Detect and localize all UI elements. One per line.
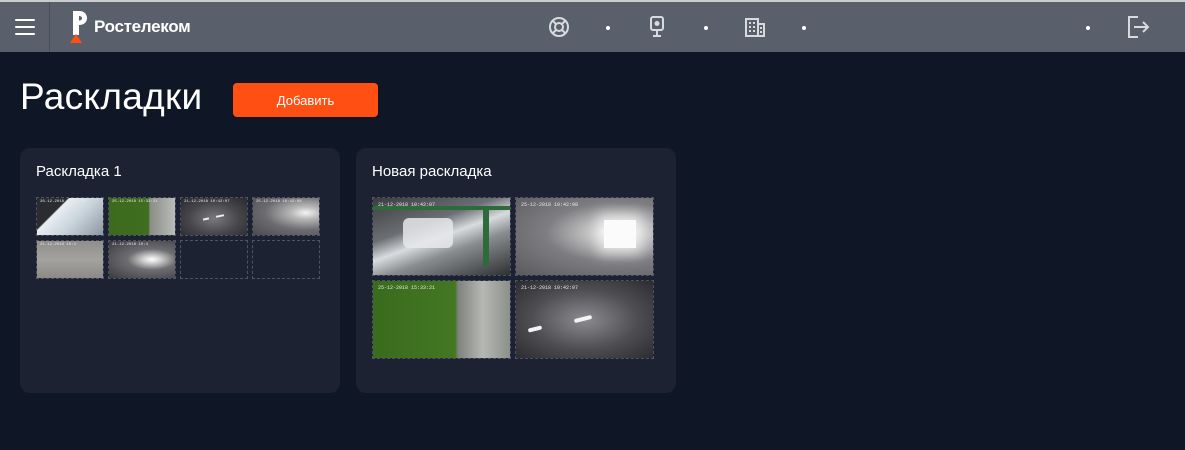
layout-card[interactable]: Раскладка 1 26-12-2018 10:42:08 25-12-20… [20,148,340,393]
camera-timestamp: 21-12-2018 10:42:07 [521,285,579,291]
camera-thumbnail: 26-12-2018 10:42:08 [36,197,104,236]
camera-thumbnail: 21-12-2018 10:42:07 [372,197,511,276]
camera-timestamp: 21-12-2018 10:42:07 [184,200,230,204]
layout-preview-grid: 21-12-2018 10:42:07 25-12-2018 10:42:08 … [372,197,654,359]
camera-timestamp: 25-12-2018 10:42:08 [256,200,302,204]
camera-timestamp: 21-12-2018 10:4 [40,243,77,247]
nav-dot [1086,26,1090,30]
nav-dot [704,26,708,30]
camera-thumbnail: 21-12-2018 10:4 [108,240,176,279]
camera-thumbnail: 25-12-2018 10:42:08 [252,197,320,236]
camera-timestamp: 21-12-2018 10:42:07 [378,202,436,208]
logout-icon[interactable] [1125,14,1151,40]
brand-name: Ростелеком [94,17,191,36]
camera-icon[interactable] [645,15,669,39]
layout-preview-grid: 26-12-2018 10:42:08 25-12-2018 15:33:21 … [36,197,320,279]
add-layout-button[interactable]: Добавить [233,83,378,117]
layout-card-title: Новая раскладка [372,163,492,180]
logo-mark-icon [70,11,87,43]
support-icon[interactable] [547,15,571,39]
camera-thumbnail: 21-12-2018 10:42:07 [515,280,654,359]
rostelecom-logo[interactable]: Ростелеком [68,8,191,46]
empty-camera-slot [180,240,248,279]
camera-timestamp: 25-12-2018 15:33:21 [378,285,436,291]
layout-card[interactable]: Новая раскладка 21-12-2018 10:42:07 25-1… [356,148,676,393]
menu-icon[interactable] [0,2,50,52]
camera-timestamp: 25-12-2018 10:42:08 [521,202,579,208]
nav-dot [802,26,806,30]
nav-dot [606,26,610,30]
camera-thumbnail: 25-12-2018 15:33:21 [372,280,511,359]
empty-camera-slot [252,240,320,279]
camera-thumbnail: 21-12-2018 10:4 [36,240,104,279]
layout-card-title: Раскладка 1 [36,163,122,180]
building-icon[interactable] [743,15,767,39]
camera-timestamp: 26-12-2018 10:42:08 [40,200,86,204]
camera-timestamp: 25-12-2018 15:33:21 [112,200,158,204]
camera-thumbnail: 21-12-2018 10:42:07 [180,197,248,236]
camera-thumbnail: 25-12-2018 15:33:21 [108,197,176,236]
camera-thumbnail: 25-12-2018 10:42:08 [515,197,654,276]
camera-timestamp: 21-12-2018 10:4 [112,243,149,247]
top-bar: Ростелеком [0,0,1185,52]
page-title: Раскладки [20,76,203,117]
